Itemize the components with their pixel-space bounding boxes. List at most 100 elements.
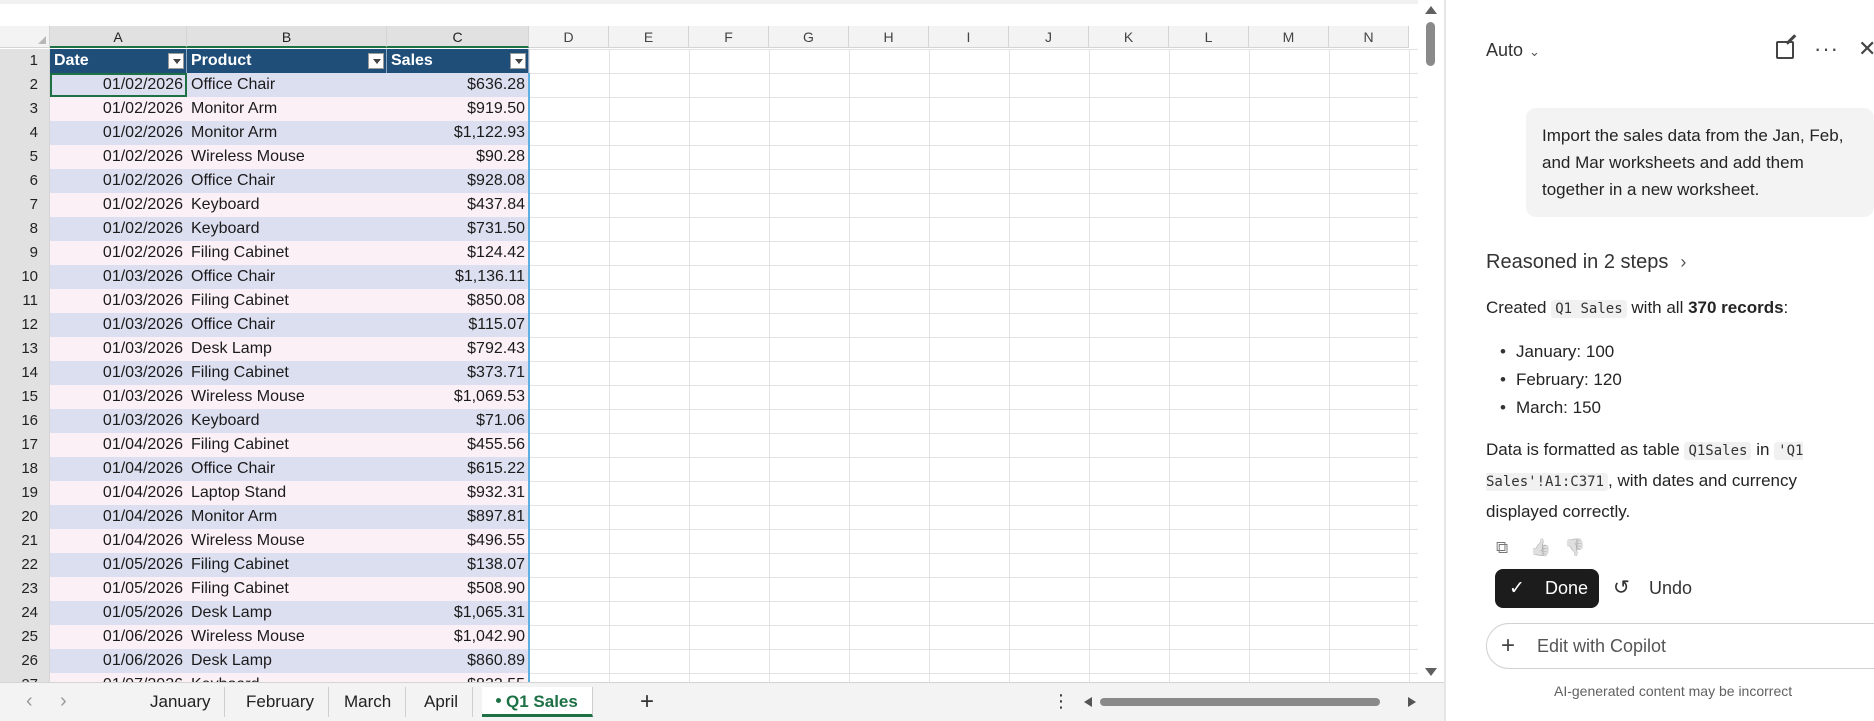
date-cell[interactable]: 01/04/2026 [50, 481, 187, 505]
row-header[interactable]: 14 [0, 361, 50, 385]
row-header[interactable]: 26 [0, 649, 50, 673]
sales-cell[interactable]: $373.71 [387, 361, 529, 385]
row-header[interactable]: 12 [0, 313, 50, 337]
sheet-tab-q1-sales[interactable]: Q1 Sales [482, 687, 593, 717]
thumbs-down-icon[interactable]: 👎 [1564, 538, 1585, 558]
column-header[interactable]: H [849, 26, 929, 48]
product-cell[interactable]: Keyboard [187, 673, 387, 682]
new-chat-icon[interactable] [1776, 41, 1794, 59]
product-cell[interactable]: Wireless Mouse [187, 385, 387, 409]
row-header[interactable]: 3 [0, 97, 50, 121]
product-cell[interactable]: Filing Cabinet [187, 433, 387, 457]
date-cell[interactable]: 01/04/2026 [50, 457, 187, 481]
sales-cell[interactable]: $124.42 [387, 241, 529, 265]
date-cell[interactable]: 01/02/2026 [50, 241, 187, 265]
sales-cell[interactable]: $792.43 [387, 337, 529, 361]
sales-cell[interactable]: $636.28 [387, 73, 529, 97]
sales-cell[interactable]: $615.22 [387, 457, 529, 481]
scroll-down-icon[interactable] [1425, 668, 1437, 676]
row-header[interactable]: 13 [0, 337, 50, 361]
scroll-left-icon[interactable] [1084, 697, 1092, 707]
sales-cell[interactable]: $850.08 [387, 289, 529, 313]
filter-dropdown-icon[interactable] [510, 53, 526, 69]
sales-cell[interactable]: $731.50 [387, 217, 529, 241]
row-header[interactable]: 22 [0, 553, 50, 577]
date-cell[interactable]: 01/02/2026 [50, 145, 187, 169]
sales-cell[interactable]: $1,042.90 [387, 625, 529, 649]
done-button[interactable]: ✓ Done [1495, 569, 1599, 608]
next-sheet-icon[interactable]: › [60, 691, 67, 711]
sales-cell[interactable]: $1,122.93 [387, 121, 529, 145]
row-header[interactable]: 21 [0, 529, 50, 553]
prev-sheet-icon[interactable]: ‹ [26, 691, 33, 711]
row-header[interactable]: 5 [0, 145, 50, 169]
product-cell[interactable]: Monitor Arm [187, 505, 387, 529]
product-cell[interactable]: Filing Cabinet [187, 553, 387, 577]
thumbs-up-icon[interactable]: 👍 [1530, 538, 1551, 558]
row-header[interactable]: 2 [0, 73, 50, 97]
filter-dropdown-icon[interactable] [368, 53, 384, 69]
column-header[interactable]: B [187, 26, 387, 48]
product-cell[interactable]: Office Chair [187, 73, 387, 97]
product-cell[interactable]: Monitor Arm [187, 97, 387, 121]
column-header[interactable]: C [387, 26, 529, 48]
row-header[interactable]: 18 [0, 457, 50, 481]
column-header[interactable]: D [529, 26, 609, 48]
sales-cell[interactable]: $508.90 [387, 577, 529, 601]
table-header-date[interactable]: Date [50, 49, 187, 73]
row-header[interactable]: 17 [0, 433, 50, 457]
product-cell[interactable]: Filing Cabinet [187, 361, 387, 385]
product-cell[interactable]: Desk Lamp [187, 649, 387, 673]
column-header[interactable]: L [1169, 26, 1249, 48]
sales-cell[interactable]: $1,136.11 [387, 265, 529, 289]
cell-grid[interactable]: ABCDEFGHIJKLMN 1 2 3 4 5 6 7 8 9 10 11 12 13 14 15 16 17… [0, 0, 1418, 682]
row-header[interactable]: 20 [0, 505, 50, 529]
vertical-scrollbar[interactable] [1418, 0, 1444, 682]
column-header[interactable]: E [609, 26, 689, 48]
select-all-corner[interactable] [0, 26, 50, 48]
sales-cell[interactable]: $437.84 [387, 193, 529, 217]
date-cell[interactable]: 01/03/2026 [50, 385, 187, 409]
row-header[interactable]: 11 [0, 289, 50, 313]
product-cell[interactable]: Desk Lamp [187, 337, 387, 361]
row-header[interactable]: 16 [0, 409, 50, 433]
sheet-tab-january[interactable]: January [136, 687, 226, 717]
date-cell[interactable]: 01/04/2026 [50, 433, 187, 457]
sales-cell[interactable]: $860.89 [387, 649, 529, 673]
date-cell[interactable]: 01/03/2026 [50, 409, 187, 433]
sales-cell[interactable]: $1,065.31 [387, 601, 529, 625]
edit-with-copilot-input[interactable]: + Edit with Copilot [1486, 623, 1874, 669]
row-header[interactable]: 4 [0, 121, 50, 145]
product-cell[interactable]: Office Chair [187, 313, 387, 337]
product-cell[interactable]: Filing Cabinet [187, 289, 387, 313]
horizontal-scroll-thumb[interactable] [1100, 698, 1380, 706]
date-cell[interactable]: 01/06/2026 [50, 625, 187, 649]
date-cell[interactable]: 01/04/2026 [50, 505, 187, 529]
table-header-sales[interactable]: Sales [387, 49, 529, 73]
sales-cell[interactable]: $928.08 [387, 169, 529, 193]
row-header[interactable]: 1 [0, 49, 50, 73]
product-cell[interactable]: Filing Cabinet [187, 577, 387, 601]
date-cell[interactable]: 01/04/2026 [50, 529, 187, 553]
date-cell[interactable]: 01/02/2026 [50, 217, 187, 241]
row-header[interactable]: 19 [0, 481, 50, 505]
product-cell[interactable]: Laptop Stand [187, 481, 387, 505]
product-cell[interactable]: Keyboard [187, 217, 387, 241]
sheet-tab-february[interactable]: February [232, 687, 330, 717]
row-header[interactable]: 10 [0, 265, 50, 289]
sheet-tab-april[interactable]: April [410, 687, 474, 717]
date-cell[interactable]: 01/06/2026 [50, 649, 187, 673]
row-header[interactable]: 23 [0, 577, 50, 601]
date-cell[interactable]: 01/02/2026 [50, 73, 187, 97]
date-cell[interactable]: 01/05/2026 [50, 577, 187, 601]
horizontal-scrollbar[interactable] [1080, 693, 1420, 711]
column-header[interactable]: F [689, 26, 769, 48]
row-header[interactable]: 8 [0, 217, 50, 241]
sheet-tab-march[interactable]: March [330, 687, 407, 717]
row-header[interactable]: 9 [0, 241, 50, 265]
product-cell[interactable]: Wireless Mouse [187, 529, 387, 553]
date-cell[interactable]: 01/07/2026 [50, 673, 187, 682]
product-cell[interactable]: Office Chair [187, 265, 387, 289]
column-header[interactable]: A [50, 26, 187, 48]
date-cell[interactable]: 01/02/2026 [50, 97, 187, 121]
